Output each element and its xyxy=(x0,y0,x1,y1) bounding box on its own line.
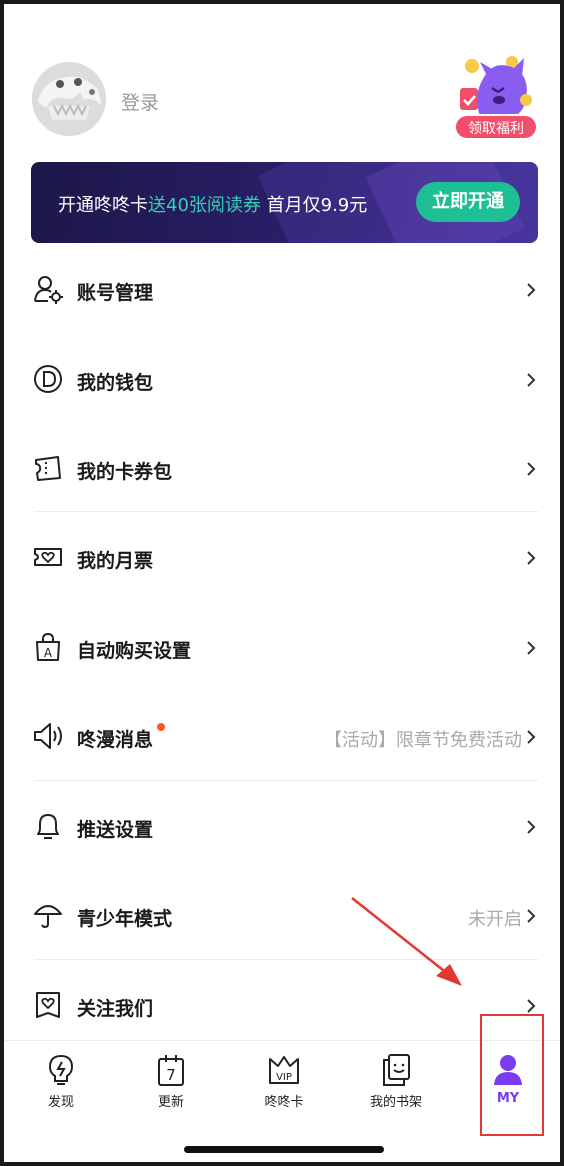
divider xyxy=(34,511,538,512)
heart-badge-icon xyxy=(36,992,60,1018)
menu-item-label: 账号管理 xyxy=(77,282,154,304)
tab-vip-card[interactable]: VIP 咚咚卡 xyxy=(239,1053,329,1115)
chevron-right-icon xyxy=(527,820,536,834)
svg-text:A: A xyxy=(44,646,53,660)
menu-item-label: 推送设置 xyxy=(77,819,154,841)
message-preview: 【活动】限章节免费活动 xyxy=(324,730,522,751)
menu-item-youth-mode[interactable]: 青少年模式 未开启 xyxy=(4,874,560,962)
banner-text: 开通咚咚卡送40张阅读券 首月仅9.9元 xyxy=(58,191,367,217)
profile-header: 登录 领取福利 xyxy=(4,4,560,154)
open-now-button[interactable]: 立即开通 xyxy=(416,182,520,222)
chevron-right-icon xyxy=(527,373,536,387)
chevron-right-icon xyxy=(527,551,536,565)
youth-mode-status: 未开启 xyxy=(468,909,522,930)
avatar[interactable] xyxy=(32,62,106,136)
tab-updates[interactable]: 7 更新 xyxy=(126,1053,216,1115)
benefit-entry[interactable]: 领取福利 xyxy=(452,54,540,142)
vip-promo-banner[interactable]: 开通咚咚卡送40张阅读券 首月仅9.9元 立即开通 xyxy=(31,162,538,243)
menu-item-label: 咚漫消息 xyxy=(77,723,166,752)
menu-item-label: 青少年模式 xyxy=(77,908,173,930)
umbrella-icon xyxy=(34,905,62,929)
tab-bookshelf[interactable]: 我的书架 xyxy=(351,1053,441,1115)
tab-label: 发现 xyxy=(47,1095,74,1110)
menu-item-label: 我的月票 xyxy=(77,550,154,572)
menu-item-account[interactable]: 账号管理 xyxy=(4,248,560,336)
calendar-7-icon: 7 xyxy=(158,1055,184,1086)
account-settings-icon xyxy=(34,276,63,304)
svg-text:7: 7 xyxy=(166,1066,176,1084)
menu-item-label: 自动购买设置 xyxy=(77,640,192,662)
chevron-right-icon xyxy=(527,999,536,1013)
bell-icon xyxy=(37,814,59,839)
monthly-ticket-icon xyxy=(34,548,62,566)
home-indicator[interactable] xyxy=(184,1146,384,1153)
menu-item-label: 我的卡券包 xyxy=(77,461,173,483)
speaker-icon xyxy=(34,723,62,749)
banner-text-prefix: 开通咚咚卡 xyxy=(58,195,148,216)
svg-text:VIP: VIP xyxy=(276,1072,292,1083)
bottom-tab-bar: 发现 7 更新 VIP 咚咚卡 我的书架 MY xyxy=(4,1040,560,1162)
menu-item-follow-us[interactable]: 关注我们 xyxy=(4,964,560,1052)
ticket-icon xyxy=(35,456,61,481)
phone-screen: 登录 领取福利 开通咚咚卡送40张阅读券 首月仅9.9元 立即开通 账号管理 我… xyxy=(4,4,560,1162)
default-avatar-icon xyxy=(32,62,106,136)
chevron-right-icon xyxy=(527,730,536,744)
benefit-label: 领取福利 xyxy=(454,114,538,140)
chevron-right-icon xyxy=(527,462,536,476)
menu-item-label: 关注我们 xyxy=(77,998,154,1020)
tab-discover[interactable]: 发现 xyxy=(16,1053,106,1115)
tab-label: 更新 xyxy=(157,1095,184,1110)
login-link[interactable]: 登录 xyxy=(121,88,159,115)
annotation-highlight-box xyxy=(480,1014,544,1136)
menu-item-label: 我的钱包 xyxy=(77,372,154,394)
shopping-bag-icon: A xyxy=(36,632,60,661)
wallet-coin-icon xyxy=(34,365,62,393)
menu-item-coupons[interactable]: 我的卡券包 xyxy=(4,427,560,515)
menu-item-wallet[interactable]: 我的钱包 xyxy=(4,338,560,426)
divider xyxy=(34,780,538,781)
chevron-right-icon xyxy=(527,283,536,297)
menu-item-label-text: 咚漫消息 xyxy=(77,729,154,751)
annotation-arrow-icon xyxy=(351,897,462,986)
menu-item-monthly-ticket[interactable]: 我的月票 xyxy=(4,516,560,604)
tab-label: 咚咚卡 xyxy=(264,1095,304,1110)
tab-label: 我的书架 xyxy=(369,1095,422,1110)
lightbulb-icon xyxy=(48,1054,74,1085)
menu-item-push-settings[interactable]: 推送设置 xyxy=(4,785,560,873)
banner-text-suffix: 首月仅9.9元 xyxy=(260,195,368,216)
unread-dot xyxy=(157,723,166,731)
chevron-right-icon xyxy=(527,909,536,923)
menu-item-messages[interactable]: 咚漫消息 【活动】限章节免费活动 xyxy=(4,695,560,783)
banner-text-highlight: 送40张阅读券 xyxy=(148,195,261,216)
vip-crown-icon: VIP xyxy=(269,1056,299,1084)
menu-item-auto-purchase[interactable]: A 自动购买设置 xyxy=(4,606,560,694)
bookshelf-icon xyxy=(383,1054,410,1086)
chevron-right-icon xyxy=(527,641,536,655)
